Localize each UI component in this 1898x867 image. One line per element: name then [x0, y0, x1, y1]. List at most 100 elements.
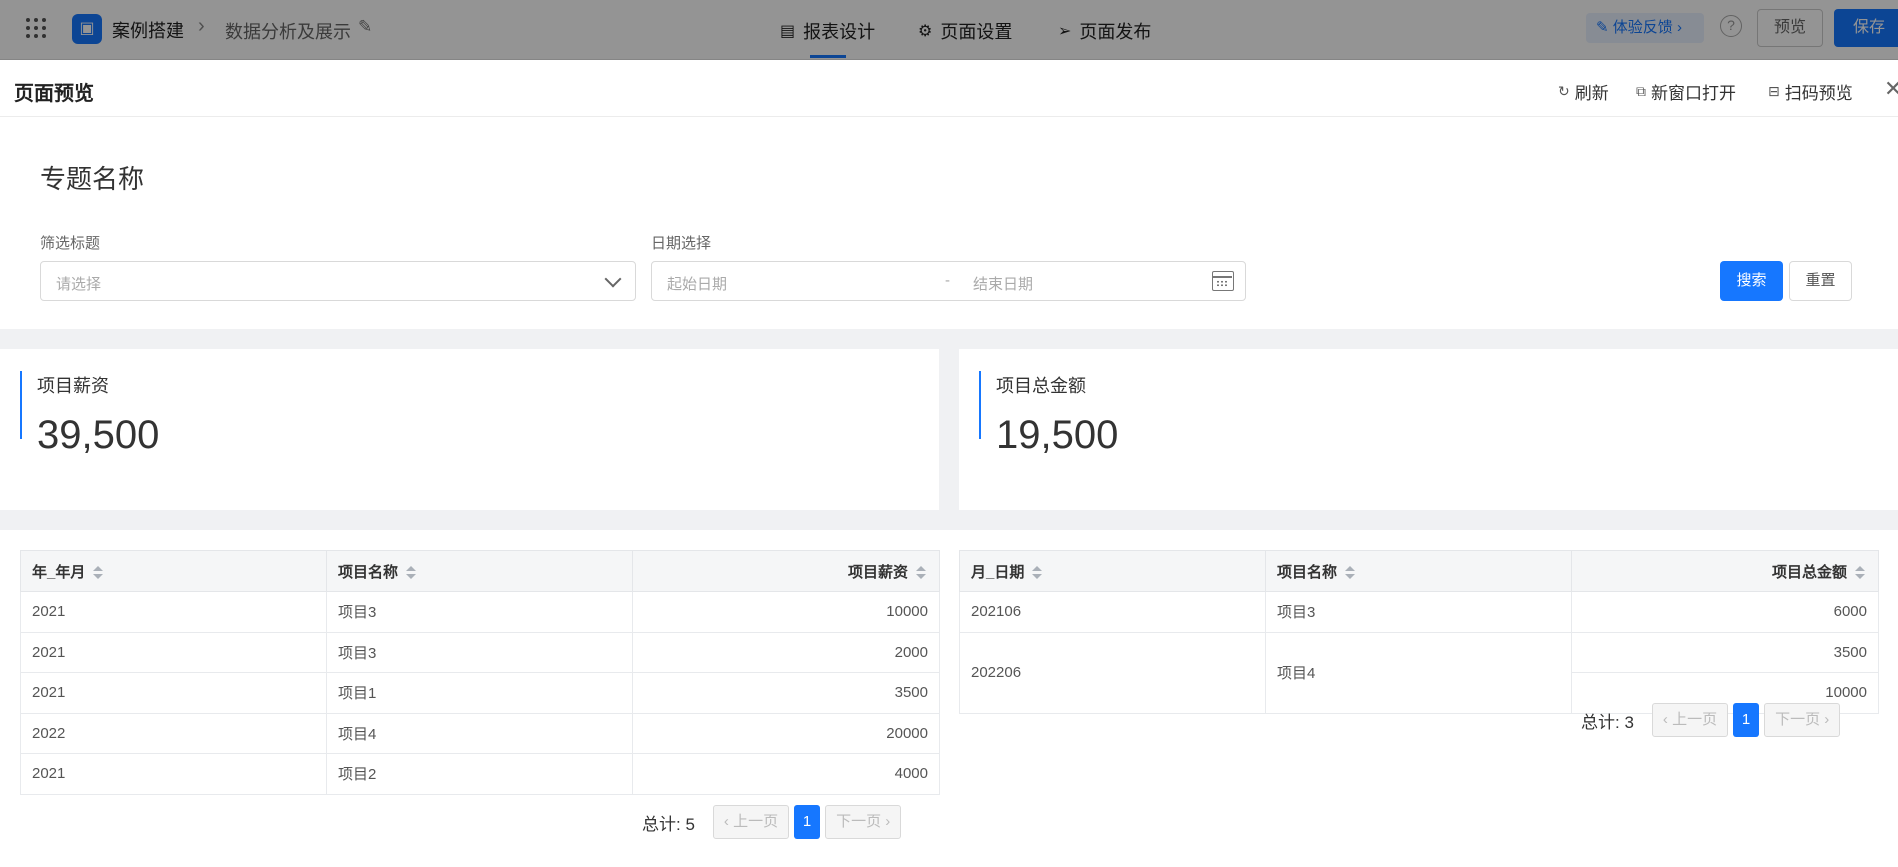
table-cell: 2022	[20, 712, 327, 754]
table-header-row: 月_日期 项目名称 项目总金额	[959, 550, 1879, 592]
prev-page-button[interactable]: ‹ 上一页	[712, 805, 790, 839]
table-cell: 20000	[632, 712, 940, 754]
search-button[interactable]: 搜索	[1720, 261, 1783, 301]
filter-select[interactable]: 请选择	[40, 261, 636, 301]
refresh-icon: ↻	[1558, 83, 1570, 99]
table-cell: 6000	[1571, 591, 1879, 633]
header-label: 项目总金额	[1771, 563, 1847, 581]
table-cell: 2000	[632, 631, 940, 673]
table-cell: 2021	[20, 753, 327, 795]
kpi-accent-bar	[20, 371, 22, 439]
scan-preview-label: 扫码预览	[1784, 84, 1853, 103]
open-new-window-label: 新窗口打开	[1651, 84, 1736, 103]
header-label: 月_日期	[971, 563, 1025, 581]
table-row: 2021 项目3 2000	[20, 631, 940, 673]
prev-label: 上一页	[1672, 711, 1718, 728]
tables-card: 年_年月 项目名称 项目薪资 2021 项目3 10000 2021 项目3 2000 …	[0, 530, 1898, 867]
calendar-icon[interactable]	[1212, 271, 1234, 291]
open-new-window-button[interactable]: ⧉ 新窗口打开	[1636, 79, 1736, 104]
table-row: 202206 项目4 3500	[959, 631, 1879, 714]
end-date-input[interactable]: 结束日期	[973, 273, 1033, 294]
scan-preview-button[interactable]: ⊟ 扫码预览	[1768, 79, 1853, 104]
header-label: 项目薪资	[847, 563, 908, 581]
next-page-button[interactable]: 下一页 ›	[825, 805, 902, 839]
scan-icon: ⊟	[1768, 83, 1780, 99]
reset-button[interactable]: 重置	[1789, 261, 1852, 301]
table-cell: 4000	[632, 753, 940, 795]
table-row: 2022 项目4 20000	[20, 712, 940, 754]
page-number-button[interactable]: 1	[1733, 703, 1760, 737]
table-cell: 3500	[632, 672, 940, 714]
sort-icon[interactable]	[1855, 565, 1865, 580]
table-cell: 项目3	[326, 591, 633, 633]
sort-icon[interactable]	[93, 565, 104, 580]
next-label: 下一页	[1775, 711, 1821, 728]
column-header[interactable]: 项目薪资	[632, 550, 940, 592]
header-label: 项目名称	[338, 563, 399, 581]
table-cell: 2021	[20, 631, 327, 673]
column-header[interactable]: 月_日期	[959, 550, 1266, 592]
refresh-button[interactable]: ↻ 刷新	[1558, 79, 1609, 104]
page-number-button[interactable]: 1	[794, 805, 821, 839]
chevron-left-icon: ‹	[1662, 711, 1673, 728]
select-placeholder: 请选择	[56, 276, 102, 293]
refresh-label: 刷新	[1574, 84, 1609, 103]
pagination-left: 总计: 5 ‹ 上一页 1 下一页 ›	[642, 805, 902, 839]
salary-table: 年_年月 项目名称 项目薪资 2021 项目3 10000 2021 项目3 2000 …	[20, 550, 940, 795]
table-row: 2021 项目2 4000	[20, 753, 940, 795]
table-row: 2021 项目1 3500	[20, 672, 940, 714]
kpi-accent-bar	[979, 371, 981, 439]
close-icon[interactable]: ✕	[1884, 76, 1898, 102]
filter-card: 专题名称 筛选标题 请选择 日期选择 起始日期 - 结束日期 搜索 重置	[0, 117, 1898, 329]
sort-icon[interactable]	[1032, 565, 1043, 580]
next-page-button[interactable]: 下一页 ›	[1764, 703, 1841, 737]
chevron-left-icon: ‹	[723, 813, 734, 830]
table-cell: 项目4	[326, 712, 633, 754]
header-label: 项目名称	[1277, 563, 1338, 581]
column-header[interactable]: 项目名称	[1265, 550, 1572, 592]
total-count: 总计: 3	[1581, 712, 1634, 732]
chevron-down-icon	[604, 270, 622, 288]
kpi-card-total-amount: 项目总金额 19,500	[959, 349, 1898, 510]
kpi-label: 项目总金额	[996, 376, 1086, 396]
date-label: 日期选择	[651, 235, 712, 252]
kpi-value: 19,500	[996, 413, 1119, 457]
table-cell: 202106	[959, 591, 1266, 633]
table-cell: 项目3	[326, 631, 633, 673]
next-label: 下一页	[836, 813, 882, 830]
table-cell: 项目1	[326, 672, 633, 714]
column-header[interactable]: 年_年月	[20, 550, 327, 592]
table-cell: 项目2	[326, 753, 633, 795]
drawer-title: 页面预览	[14, 83, 94, 105]
sort-icon[interactable]	[916, 565, 926, 580]
table-cell: 202206	[959, 631, 1266, 714]
kpi-card-salary: 项目薪资 39,500	[0, 349, 939, 510]
new-window-icon: ⧉	[1636, 83, 1646, 99]
prev-page-button[interactable]: ‹ 上一页	[1651, 703, 1729, 737]
table-row: 2021 项目3 10000	[20, 591, 940, 633]
table-cell: 项目3	[1265, 591, 1572, 633]
total-count: 总计: 5	[642, 814, 695, 834]
modal-overlay	[0, 0, 1898, 60]
table-cell: 2021	[20, 591, 327, 633]
column-header[interactable]: 项目总金额	[1571, 550, 1879, 592]
start-date-input[interactable]: 起始日期	[667, 273, 727, 294]
preview-drawer: 页面预览 ↻ 刷新 ⧉ 新窗口打开 ⊟ 扫码预览 ✕ 专题名称 筛选标题 请选择…	[0, 60, 1898, 867]
sort-icon[interactable]	[1345, 565, 1356, 580]
table-cell: 10000	[632, 591, 940, 633]
date-range-picker[interactable]: 起始日期 - 结束日期	[651, 261, 1246, 301]
amount-table: 月_日期 项目名称 项目总金额 202106 项目3 6000 202206 项…	[959, 550, 1879, 714]
kpi-value: 39,500	[37, 413, 160, 457]
kpi-label: 项目薪资	[37, 376, 109, 396]
date-separator: -	[945, 272, 950, 289]
drawer-header: 页面预览 ↻ 刷新 ⧉ 新窗口打开 ⊟ 扫码预览 ✕	[0, 60, 1898, 117]
table-cell: 3500	[1571, 631, 1879, 673]
sort-icon[interactable]	[406, 565, 417, 580]
chevron-right-icon: ›	[1820, 711, 1830, 728]
table-row: 202106 项目3 6000	[959, 591, 1879, 633]
table-header-row: 年_年月 项目名称 项目薪资	[20, 550, 940, 592]
column-header[interactable]: 项目名称	[326, 550, 633, 592]
header-label: 年_年月	[32, 563, 86, 581]
filter-label: 筛选标题	[40, 235, 101, 252]
table-cell: 2021	[20, 672, 327, 714]
